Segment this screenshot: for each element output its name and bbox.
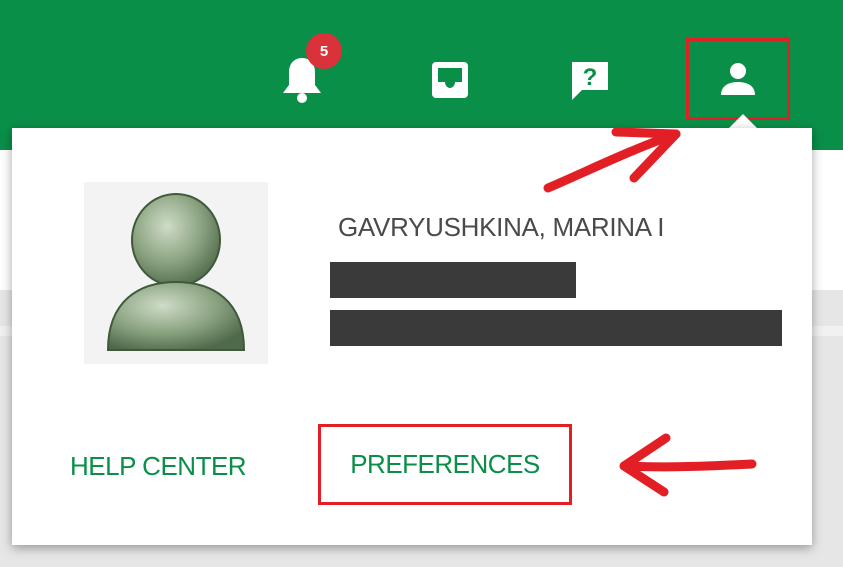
user-menu-button[interactable]: [686, 38, 790, 120]
svg-text:?: ?: [583, 64, 598, 91]
inbox-button[interactable]: [420, 50, 480, 110]
help-question-icon: ?: [572, 62, 608, 100]
preferences-link-highlight[interactable]: PREFERENCES: [318, 424, 572, 505]
popup-caret: [729, 114, 757, 128]
user-icon: [721, 63, 755, 95]
help-center-link[interactable]: HELP CENTER: [70, 451, 247, 482]
redacted-info-line: [330, 262, 576, 298]
redacted-info-line: [330, 310, 782, 346]
default-user-avatar-icon: [106, 193, 246, 351]
help-button[interactable]: ?: [560, 50, 620, 110]
avatar: [84, 182, 268, 364]
notification-count-badge: 5: [306, 33, 342, 69]
inbox-icon: [432, 62, 468, 98]
preferences-link[interactable]: PREFERENCES: [350, 449, 540, 480]
user-full-name: GAVRYUSHKINA, MARINA I: [338, 212, 665, 242]
